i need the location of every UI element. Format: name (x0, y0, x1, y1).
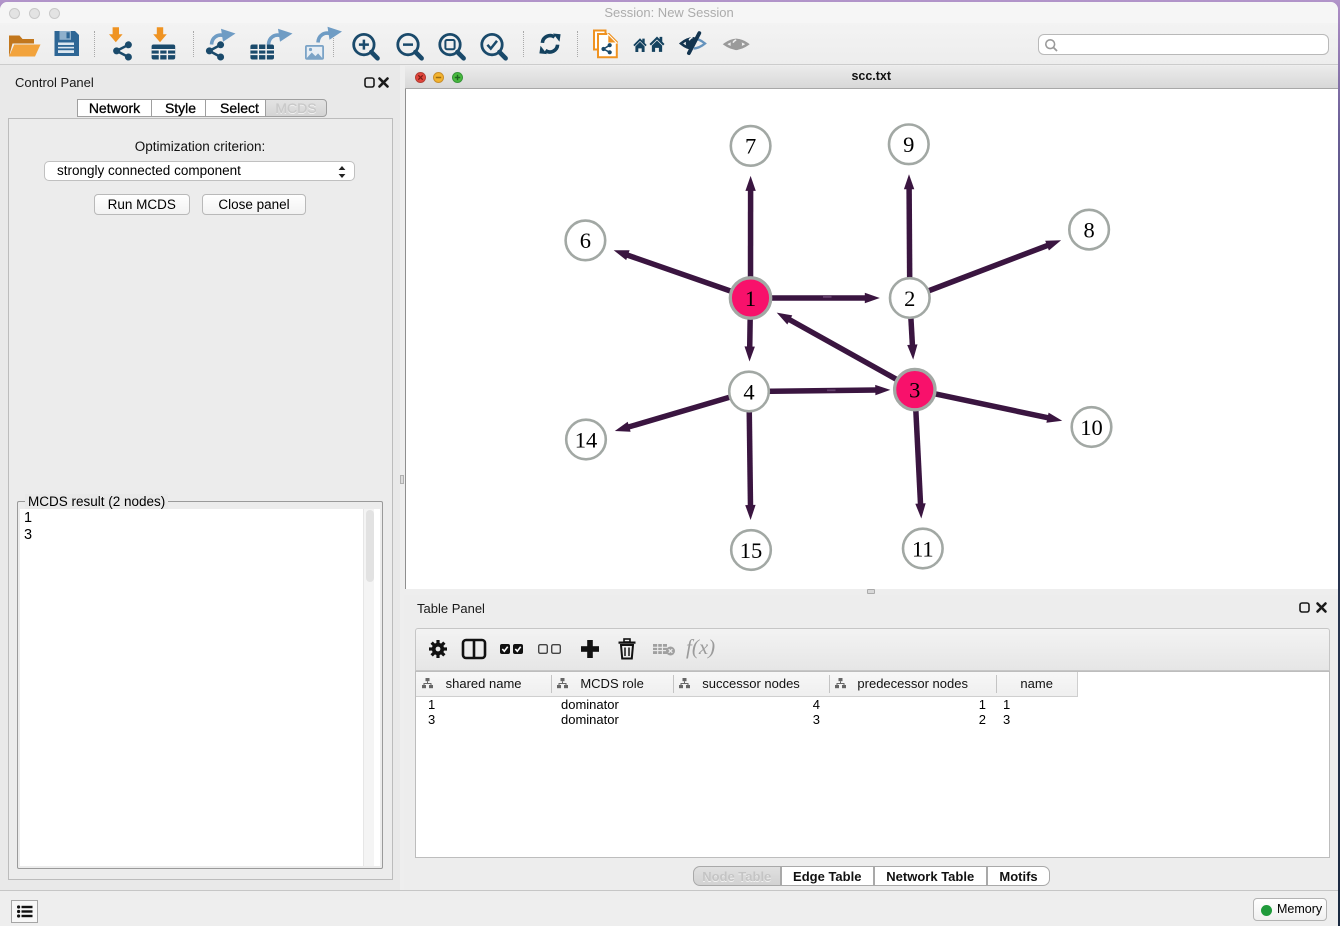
svg-text:1: 1 (745, 286, 756, 311)
svg-text:4: 4 (743, 379, 754, 404)
svg-text:7: 7 (745, 134, 756, 159)
svg-text:2: 2 (904, 286, 915, 311)
svg-text:15: 15 (740, 538, 763, 563)
svg-text:11: 11 (912, 536, 934, 561)
svg-text:10: 10 (1080, 415, 1103, 440)
svg-text:14: 14 (575, 427, 598, 452)
svg-text:8: 8 (1083, 217, 1094, 242)
svg-text:3: 3 (909, 377, 920, 402)
svg-text:9: 9 (903, 132, 914, 157)
svg-text:6: 6 (580, 228, 591, 253)
